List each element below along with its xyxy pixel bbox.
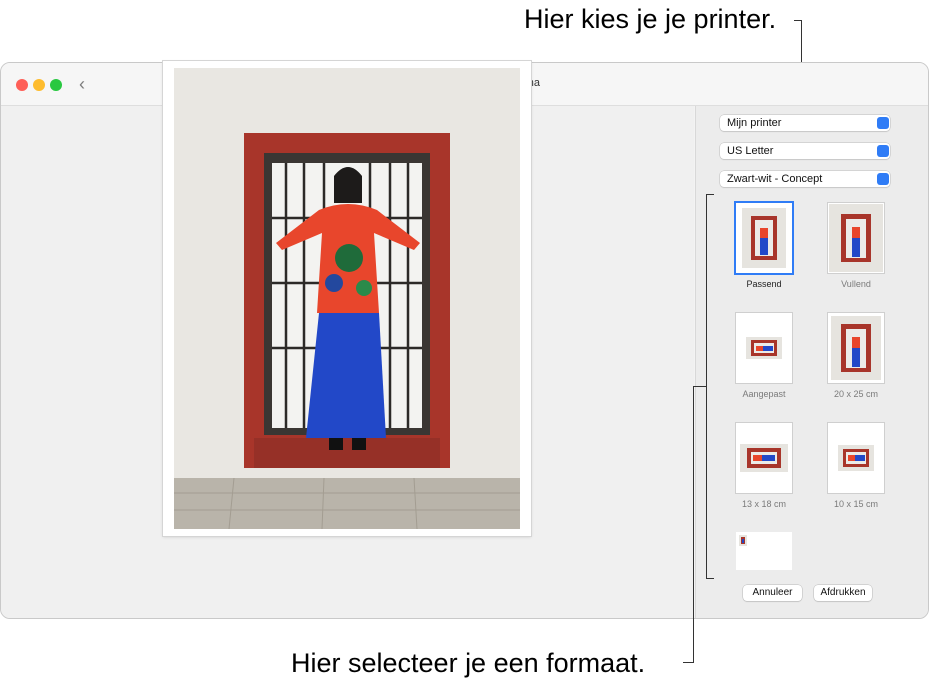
thumbnail-photo: [829, 204, 883, 272]
format-bracket-top: [706, 194, 714, 195]
printer-leader-tick: [794, 20, 802, 21]
format-leader-vertical: [693, 386, 694, 663]
quality-select[interactable]: Zwart-wit - Concept: [720, 171, 890, 187]
popup-arrows-icon: [877, 145, 889, 157]
preview-page: [163, 61, 531, 536]
size-thumbnail: [736, 423, 792, 493]
size-label: 13 x 18 cm: [741, 499, 787, 509]
size-option-13x18[interactable]: [736, 423, 792, 493]
size-thumbnail: [736, 313, 792, 383]
size-label: Vullend: [841, 279, 871, 289]
thumbnail-photo: [740, 444, 788, 472]
print-button[interactable]: Afdrukken: [814, 585, 872, 601]
printer-select[interactable]: Mijn printer: [720, 115, 890, 131]
size-thumbnail: [828, 313, 884, 383]
size-label: Passend: [746, 279, 782, 289]
cancel-button[interactable]: Annuleer: [743, 585, 802, 601]
format-bracket-bottom: [706, 578, 714, 579]
size-thumbnail: [828, 203, 884, 273]
size-label: 10 x 15 cm: [833, 499, 879, 509]
thumbnail-photo: [838, 445, 874, 471]
size-option-10x15[interactable]: [828, 423, 884, 493]
size-option-vullend[interactable]: [828, 203, 884, 273]
popup-arrows-icon: [877, 117, 889, 129]
popup-arrows-icon: [877, 173, 889, 185]
format-leader-horizontal: [693, 386, 707, 387]
format-leader-tick: [683, 662, 694, 663]
thumbnail-photo: [742, 208, 786, 268]
printer-select-value: Mijn printer: [727, 117, 782, 129]
size-label: Aangepast: [742, 389, 786, 399]
size-thumbnail: [828, 423, 884, 493]
size-thumbnail: [736, 203, 792, 273]
size-option-aangepast[interactable]: [736, 313, 792, 383]
size-option-20x25[interactable]: [828, 313, 884, 383]
paper-size-select[interactable]: US Letter: [720, 143, 890, 159]
size-option-small[interactable]: [736, 532, 792, 570]
size-thumbnail: [736, 532, 792, 570]
preview-photo: [174, 68, 520, 529]
thumbnail-photo: [739, 535, 747, 546]
thumbnail-photo: [831, 316, 881, 380]
quality-select-value: Zwart-wit - Concept: [727, 173, 823, 185]
size-label: 20 x 25 cm: [833, 389, 879, 399]
printer-callout: Hier kies je je printer.: [524, 4, 777, 34]
format-callout: Hier selecteer je een formaat.: [291, 648, 646, 678]
size-option-passend[interactable]: [736, 203, 792, 273]
thumbnail-photo: [746, 337, 782, 359]
paper-size-select-value: US Letter: [727, 145, 774, 157]
